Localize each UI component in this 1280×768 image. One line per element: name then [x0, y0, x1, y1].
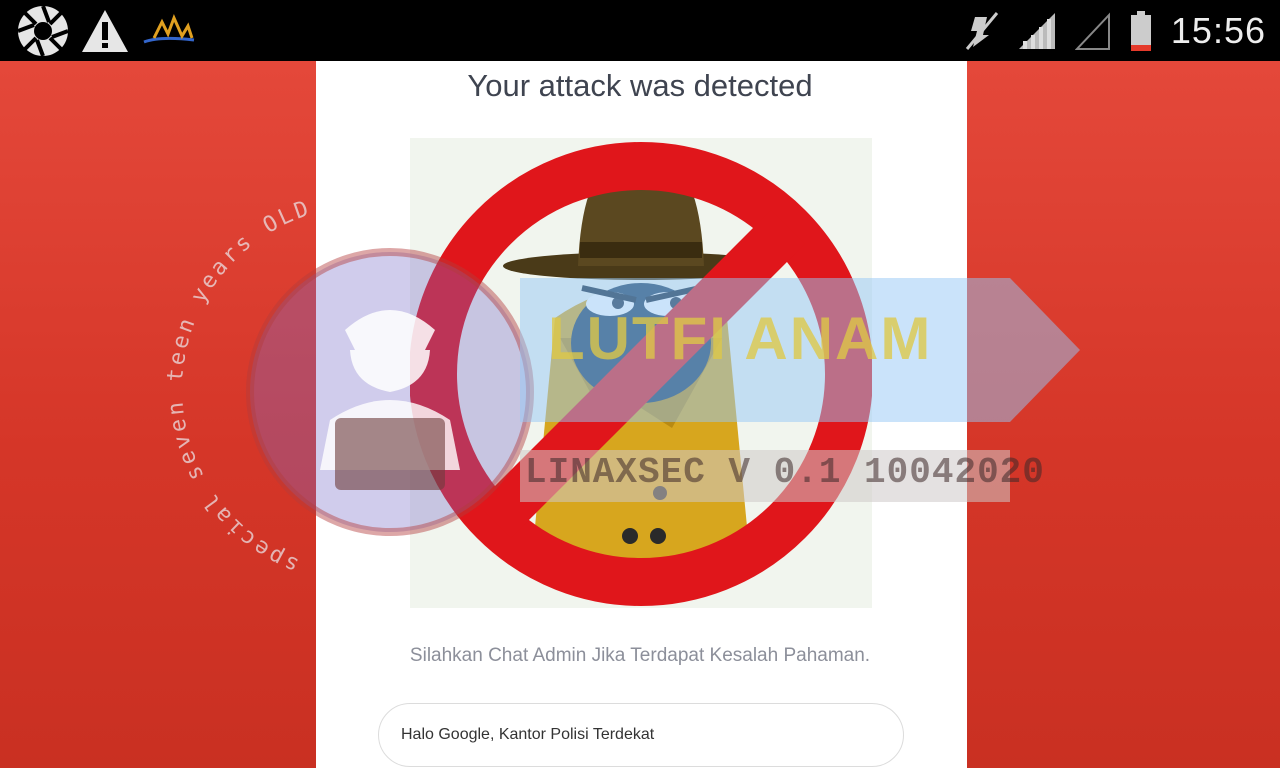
page-title: Your attack was detected	[467, 68, 813, 103]
page-subtitle: Silahkan Chat Admin Jika Terdapat Kesala…	[409, 645, 871, 666]
status-bar: 15:56	[0, 0, 1280, 61]
mute-icon	[965, 11, 999, 50]
battery-icon	[1130, 10, 1151, 51]
app-logo-icon	[143, 14, 195, 44]
system-icons: 15:56	[965, 0, 1266, 61]
chat-input[interactable]	[378, 703, 904, 767]
no-spy-icon	[409, 142, 873, 606]
clock: 15:56	[1170, 9, 1266, 51]
signal-empty-icon	[1074, 11, 1110, 50]
warning-icon	[82, 10, 128, 52]
notification-icons	[16, 5, 198, 57]
aperture-icon	[17, 5, 69, 57]
hero-image	[409, 138, 873, 608]
signal-icon	[1018, 12, 1055, 49]
